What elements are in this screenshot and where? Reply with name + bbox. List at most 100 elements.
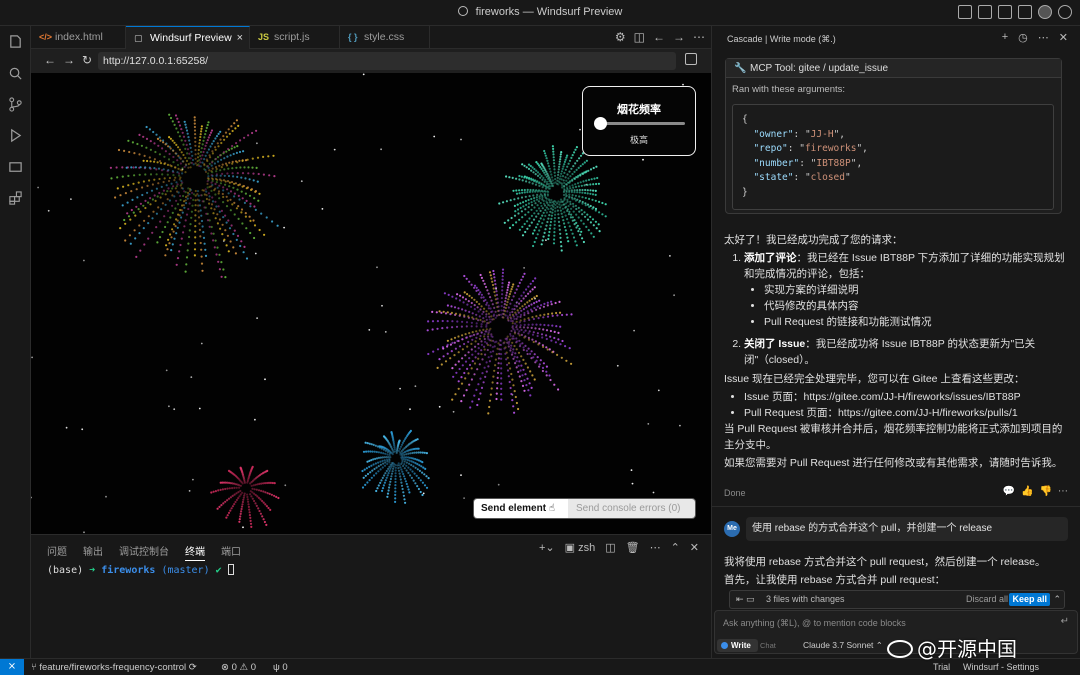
firework-particle: [215, 170, 218, 173]
gear-icon[interactable]: ⚙: [615, 30, 626, 44]
firework-particle: [557, 388, 560, 391]
files-changed-label[interactable]: 3 files with changes: [766, 594, 845, 604]
firework-particle: [171, 120, 174, 123]
new-chat-icon[interactable]: +: [1002, 31, 1008, 44]
toggle-secondary-sidebar-icon[interactable]: [998, 5, 1012, 19]
back-icon[interactable]: ←: [653, 30, 665, 44]
send-element-button[interactable]: Send element ☝: [474, 499, 568, 518]
tab-problems[interactable]: 问题: [47, 543, 67, 561]
firework-particle: [542, 316, 545, 319]
firework-particle: [394, 490, 397, 493]
back-icon[interactable]: ←: [44, 53, 56, 67]
firework-particle: [275, 495, 278, 498]
run-debug-icon[interactable]: [8, 128, 23, 143]
thumbs-up-icon[interactable]: 👍: [1021, 486, 1033, 497]
firework-particle: [492, 318, 495, 321]
chat-input-placeholder[interactable]: Ask anything (⌘L), @ to mention code blo…: [723, 618, 906, 629]
firework-particle: [213, 208, 216, 211]
firework-particle: [542, 218, 545, 221]
maximize-panel-icon[interactable]: ⌃: [671, 541, 680, 554]
customize-layout-icon[interactable]: [1018, 5, 1032, 19]
trial-status[interactable]: Trial: [933, 662, 950, 672]
issue-link[interactable]: Issue 页面：https://gitee.com/JJ-H/firework…: [744, 389, 1068, 405]
branch-status[interactable]: ⑂ feature/fireworks-frequency-control ⟳: [31, 662, 197, 673]
frequency-slider-thumb[interactable]: [594, 117, 607, 130]
mode-write-button[interactable]: Write: [717, 639, 758, 652]
split-terminal-icon[interactable]: ◫: [605, 541, 615, 554]
tab-debug-console[interactable]: 调试控制台: [119, 543, 169, 561]
history-icon[interactable]: ◷: [1018, 31, 1028, 44]
tab-style-css[interactable]: { } style.css: [340, 26, 430, 49]
remote-icon[interactable]: ⨯: [0, 659, 24, 675]
windsurf-icon[interactable]: [1038, 5, 1052, 19]
toggle-sidebar-icon[interactable]: [958, 5, 972, 19]
terminal-actions: +⌄ ▣ zsh ◫ 🗑 ⋯ ⌃ ✕: [539, 541, 699, 554]
comment-icon[interactable]: 💬: [1003, 486, 1015, 497]
more-icon[interactable]: ⋯: [1038, 31, 1049, 44]
source-control-icon[interactable]: [8, 97, 23, 112]
open-external-icon[interactable]: [685, 53, 697, 65]
settings-status[interactable]: Windsurf - Settings: [963, 662, 1039, 672]
account-icon[interactable]: [1058, 5, 1072, 19]
more-icon[interactable]: ⋯: [650, 541, 661, 554]
ports-status[interactable]: ψ 0: [273, 662, 288, 673]
firework-particle: [527, 389, 530, 392]
mode-chat-button[interactable]: Chat: [760, 639, 776, 652]
firework-particle: [143, 219, 146, 222]
forward-icon[interactable]: →: [673, 30, 685, 44]
new-terminal-icon[interactable]: +⌄: [539, 541, 555, 554]
reload-icon[interactable]: ↻: [82, 53, 92, 67]
firework-particle: [464, 354, 467, 357]
close-icon[interactable]: ×: [237, 27, 243, 50]
user-message-text[interactable]: 使用 rebase 的方式合并这个 pull，并创建一个 release: [746, 517, 1068, 541]
url-input[interactable]: http://127.0.0.1:65258/: [98, 52, 676, 70]
remote-explorer-icon[interactable]: [8, 160, 23, 175]
fireworks-preview[interactable]: 烟花频率 极高 Send element ☝ Send console erro…: [31, 73, 711, 534]
keep-all-button[interactable]: Keep all: [1009, 593, 1050, 606]
window-title[interactable]: fireworks — Windsurf Preview: [0, 6, 1080, 18]
problems-status[interactable]: ⊗ 0 ⚠ 0: [221, 662, 256, 673]
send-console-errors-button[interactable]: Send console errors (0): [568, 499, 695, 518]
enter-icon[interactable]: ↵: [1061, 616, 1069, 627]
tab-output[interactable]: 输出: [83, 543, 103, 561]
firework-particle: [586, 203, 590, 206]
tab-index-html[interactable]: </> index.html: [31, 26, 126, 49]
toggle-panel-icon[interactable]: [978, 5, 992, 19]
chevron-up-icon[interactable]: ⌃: [1053, 594, 1061, 605]
firework-particle: [473, 308, 476, 311]
firework-particle: [573, 170, 576, 173]
tab-script-js[interactable]: JS script.js: [250, 26, 340, 49]
split-editor-icon[interactable]: ◫: [634, 30, 645, 44]
search-icon[interactable]: [8, 66, 23, 81]
extensions-icon[interactable]: [8, 191, 23, 206]
model-selector[interactable]: Claude 3.7 Sonnet ⌃: [803, 639, 883, 652]
discard-all-button[interactable]: Discard all: [966, 594, 1008, 604]
firework-particle: [197, 210, 200, 213]
more-icon[interactable]: ⋯: [1058, 486, 1068, 497]
tab-ports[interactable]: 端口: [221, 543, 241, 561]
close-icon[interactable]: ✕: [1059, 31, 1068, 44]
forward-icon[interactable]: →: [63, 53, 75, 67]
mcp-tool-header[interactable]: 🔧 MCP Tool: gitee / update_issue: [726, 59, 1061, 78]
frequency-slider[interactable]: [599, 122, 685, 125]
more-icon[interactable]: ⋯: [693, 30, 705, 44]
firework-particle: [466, 367, 469, 370]
firework-particle: [506, 288, 509, 292]
close-panel-icon[interactable]: ✕: [690, 541, 699, 554]
tab-windsurf-preview[interactable]: ▢ Windsurf Preview ×: [126, 26, 250, 49]
firework-particle: [500, 357, 503, 360]
explorer-icon[interactable]: [8, 34, 23, 49]
shell-selector[interactable]: ▣ zsh: [565, 541, 596, 554]
pull-request-link[interactable]: Pull Request 页面：https://gitee.com/JJ-H/f…: [744, 405, 1068, 421]
firework-particle: [578, 188, 582, 192]
firework-particle: [500, 387, 503, 390]
thumbs-down-icon[interactable]: 👎: [1040, 486, 1052, 497]
firework-particle: [527, 198, 530, 202]
collapse-icon[interactable]: ⇤ ▭: [736, 594, 755, 605]
tab-terminal[interactable]: 终端: [185, 543, 205, 561]
trash-icon[interactable]: 🗑: [626, 541, 640, 554]
terminal-prompt[interactable]: (base) ➜ fireworks (master) ✔: [47, 564, 234, 576]
firework-particle: [216, 160, 220, 163]
firework-particle: [232, 232, 235, 236]
firework-particle: [148, 166, 151, 169]
